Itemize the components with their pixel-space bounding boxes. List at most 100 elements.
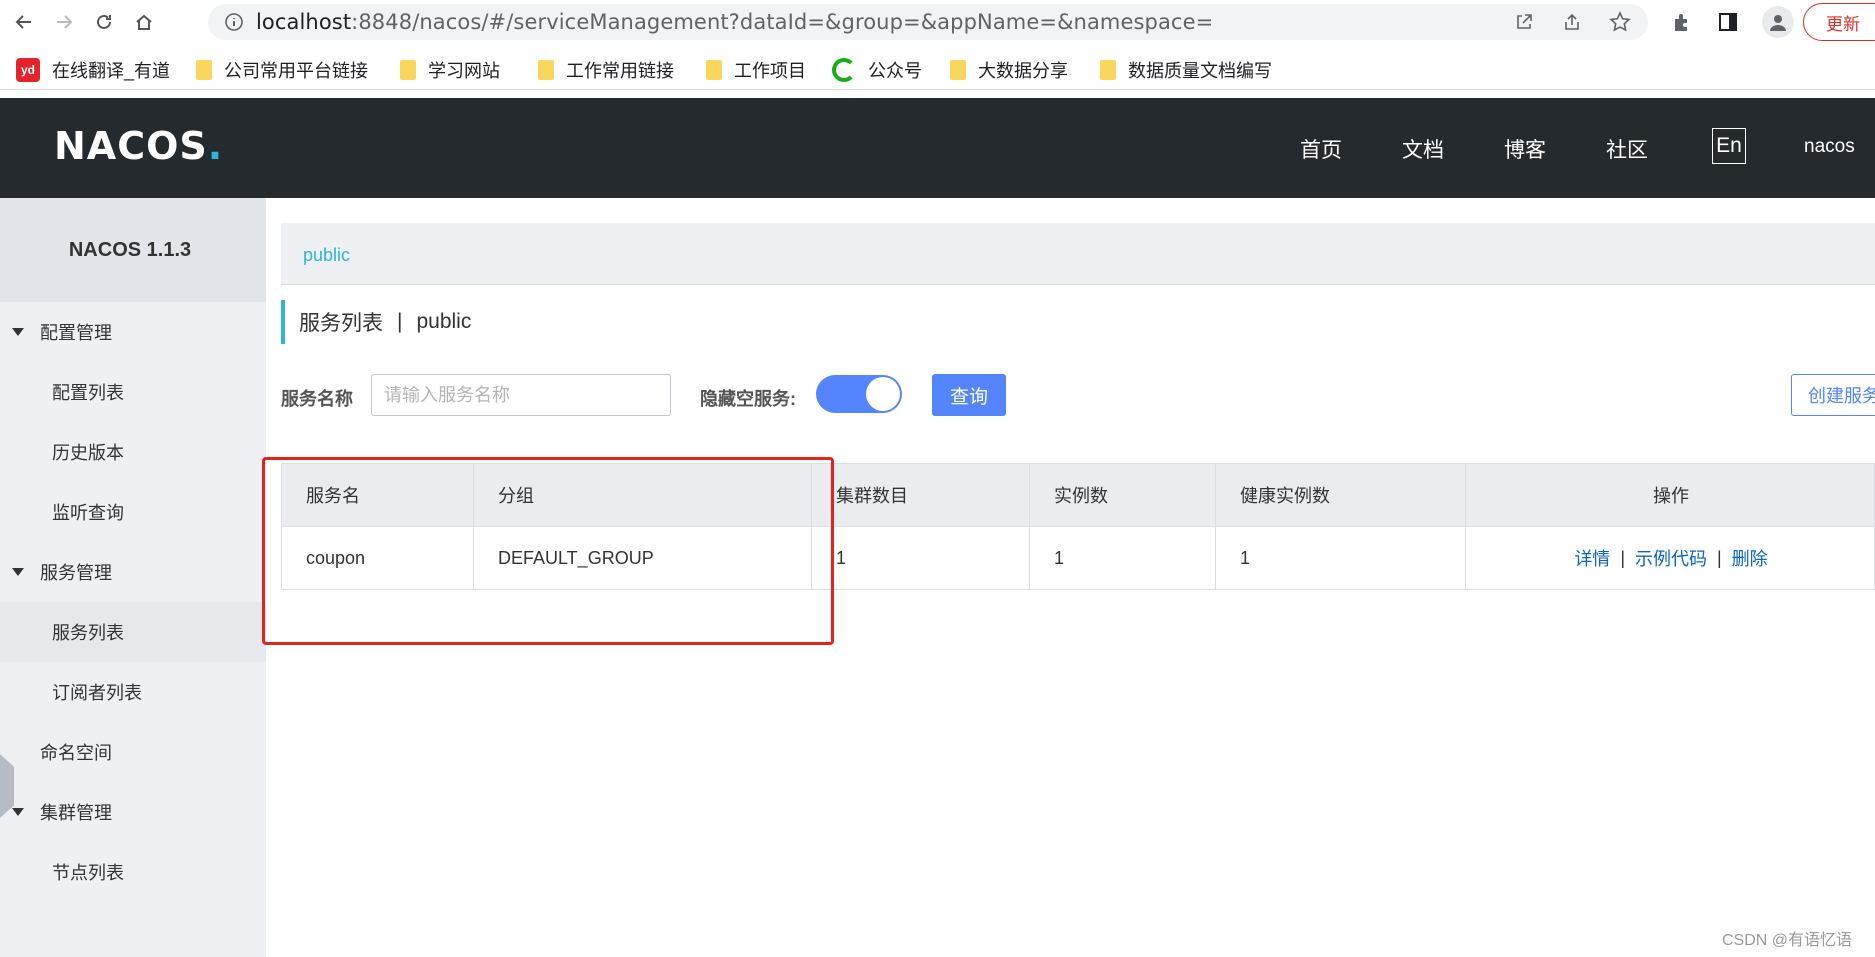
page-title-separator: |: [397, 310, 403, 333]
hide-empty-toggle[interactable]: [816, 375, 902, 413]
sidebar-title: NACOS 1.1.3: [0, 198, 266, 302]
namespace-bar: public: [281, 223, 1875, 285]
sidebar-item-label: 配置管理: [40, 323, 112, 343]
bookmark-item[interactable]: 公众号: [832, 56, 922, 84]
sidebar-item-label: 监听查询: [52, 503, 124, 523]
sidebar-item-label: 节点列表: [52, 863, 124, 883]
user-name[interactable]: nacos: [1804, 136, 1855, 158]
sidebar-item-label: 配置列表: [52, 383, 124, 403]
logo-dot-icon: .: [207, 124, 224, 168]
back-icon[interactable]: [10, 8, 38, 36]
bookmark-label: 工作项目: [734, 61, 806, 81]
youdao-icon: yd: [16, 58, 40, 82]
column-header-clusters: 集群数目: [812, 464, 1030, 526]
sidebar-item-service-management[interactable]: 服务管理: [0, 542, 266, 602]
sidebar-item-node-list[interactable]: 节点列表: [0, 842, 266, 902]
toggle-knob: [866, 377, 900, 411]
service-name-input[interactable]: [371, 374, 671, 416]
sidebar-item-label: 历史版本: [52, 443, 124, 463]
sample-code-link[interactable]: 示例代码: [1635, 545, 1707, 571]
bookmark-label: 工作常用链接: [566, 61, 674, 81]
sidebar-item-label: 服务列表: [52, 623, 124, 643]
action-separator: |: [1717, 547, 1722, 568]
extensions-icon[interactable]: [1668, 8, 1696, 36]
page-title: 服务列表 | public: [281, 300, 471, 344]
page-title-namespace: public: [416, 310, 472, 333]
url-text[interactable]: localhost:8848/nacos/#/serviceManagement…: [256, 10, 1213, 34]
browser-update-button[interactable]: 更新: [1803, 3, 1875, 41]
bookmark-item[interactable]: yd 在线翻译_有道: [16, 56, 170, 84]
app-header: NACOS. 首页 文档 博客 社区 En nacos: [0, 98, 1875, 198]
sidebar-item-label: 订阅者列表: [52, 683, 142, 703]
star-icon[interactable]: [1608, 10, 1632, 34]
home-icon[interactable]: [130, 8, 158, 36]
column-header-instances: 实例数: [1030, 464, 1216, 526]
bookmark-label: 公众号: [868, 61, 922, 81]
folder-icon: [950, 60, 966, 80]
hide-empty-label: 隐藏空服务:: [700, 389, 796, 409]
cell-actions: 详情 | 示例代码 | 删除: [1466, 527, 1875, 589]
side-panel-icon[interactable]: [1714, 8, 1742, 36]
nacos-logo[interactable]: NACOS.: [54, 124, 223, 168]
query-button[interactable]: 查询: [932, 374, 1006, 416]
nav-blog[interactable]: 博客: [1504, 134, 1546, 164]
sidebar-item-cluster-management[interactable]: 集群管理: [0, 782, 266, 842]
bookmark-label: 学习网站: [428, 61, 500, 81]
delete-link[interactable]: 删除: [1732, 545, 1768, 571]
browser-toolbar: localhost:8848/nacos/#/serviceManagement…: [0, 0, 1875, 44]
annotation-highlight-box: [262, 457, 834, 645]
namespace-link[interactable]: public: [303, 245, 350, 266]
profile-avatar-icon[interactable]: [1762, 6, 1794, 38]
logo-text: NACOS: [54, 124, 208, 168]
forward-icon[interactable]: [50, 8, 78, 36]
nav-docs[interactable]: 文档: [1402, 134, 1444, 164]
sidebar-item-config-management[interactable]: 配置管理: [0, 302, 266, 362]
sidebar-item-label: 命名空间: [40, 743, 112, 763]
folder-icon: [1100, 60, 1116, 80]
bookmark-label: 大数据分享: [978, 61, 1068, 81]
column-header-healthy: 健康实例数: [1216, 464, 1466, 526]
bookmark-item[interactable]: 工作常用链接: [538, 56, 674, 84]
folder-icon: [400, 60, 416, 80]
service-name-label: 服务名称: [281, 389, 353, 409]
sidebar-item-namespace[interactable]: 命名空间: [0, 722, 266, 782]
open-external-icon[interactable]: [1512, 10, 1536, 34]
caret-down-icon: [12, 808, 24, 816]
sidebar-item-history[interactable]: 历史版本: [0, 422, 266, 482]
bookmark-label: 公司常用平台链接: [224, 61, 368, 81]
bookmark-item[interactable]: 学习网站: [400, 56, 500, 84]
caret-down-icon: [12, 328, 24, 336]
bookmark-label: 数据质量文档编写: [1128, 61, 1272, 81]
bookmark-item[interactable]: 数据质量文档编写: [1100, 56, 1272, 84]
cell-healthy: 1: [1216, 527, 1466, 589]
action-separator: |: [1620, 547, 1625, 568]
cell-instances: 1: [1030, 527, 1216, 589]
create-service-button[interactable]: 创建服务: [1791, 374, 1875, 416]
info-icon[interactable]: [222, 10, 246, 34]
reload-icon[interactable]: [90, 8, 118, 36]
page-title-text: 服务列表: [299, 312, 383, 335]
bookmark-label: 在线翻译_有道: [52, 61, 171, 81]
share-icon[interactable]: [1560, 10, 1584, 34]
sidebar: NACOS 1.1.3 配置管理 配置列表 历史版本 监听查询 服务管理 服务列…: [0, 198, 266, 957]
sidebar-item-label: 集群管理: [40, 803, 112, 823]
bookmark-item[interactable]: 工作项目: [706, 56, 806, 84]
details-link[interactable]: 详情: [1574, 545, 1610, 571]
bookmarks-bar: yd 在线翻译_有道 公司常用平台链接 学习网站 工作常用链接 工作项目 公众号 …: [0, 50, 1875, 90]
sidebar-item-subscriber-list[interactable]: 订阅者列表: [0, 662, 266, 722]
url-path: :8848/nacos/#/serviceManagement?dataId=&…: [351, 10, 1214, 34]
bookmark-item[interactable]: 大数据分享: [950, 56, 1068, 84]
nav-home[interactable]: 首页: [1300, 134, 1342, 164]
language-switch[interactable]: En: [1712, 128, 1746, 164]
watermark: CSDN @有语忆语: [1722, 932, 1853, 949]
folder-icon: [538, 60, 554, 80]
sidebar-item-service-list[interactable]: 服务列表: [0, 602, 266, 662]
bookmark-item[interactable]: 公司常用平台链接: [196, 56, 368, 84]
nav-community[interactable]: 社区: [1606, 134, 1648, 164]
sidebar-item-listener-query[interactable]: 监听查询: [0, 482, 266, 542]
caret-down-icon: [12, 568, 24, 576]
url-host: localhost: [256, 10, 352, 34]
sidebar-item-config-list[interactable]: 配置列表: [0, 362, 266, 422]
cell-clusters: 1: [812, 527, 1030, 589]
address-bar[interactable]: localhost:8848/nacos/#/serviceManagement…: [208, 4, 1648, 40]
